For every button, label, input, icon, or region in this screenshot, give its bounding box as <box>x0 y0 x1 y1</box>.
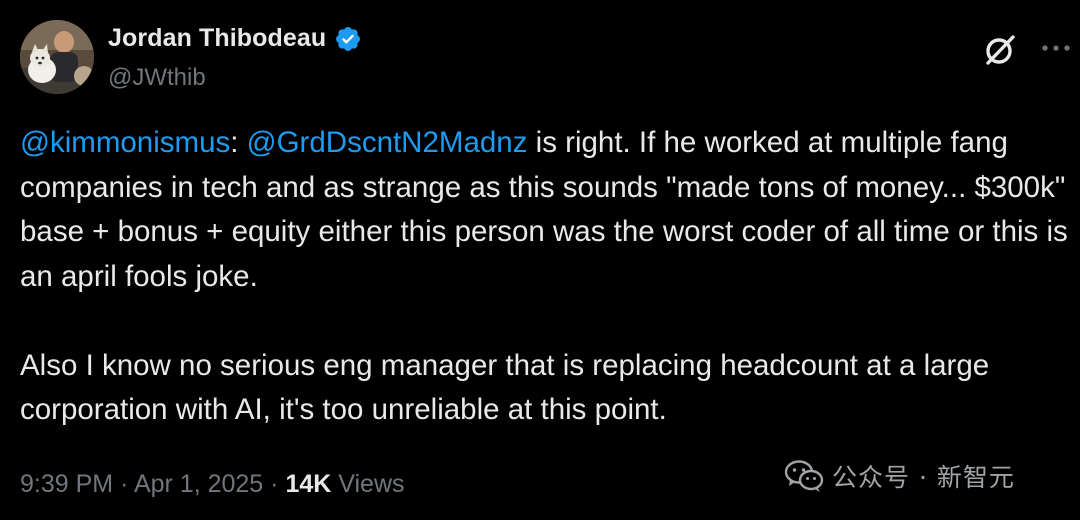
more-icon[interactable] <box>1040 36 1072 60</box>
wechat-icon <box>784 459 824 493</box>
tweet-card: Jordan Thibodeau @JWthib @kimmonismus: @… <box>0 0 1080 520</box>
mention-link[interactable]: @GrdDscntN2Madnz <box>247 126 528 159</box>
avatar[interactable] <box>20 20 94 94</box>
author-handle[interactable]: @JWthib <box>108 64 206 92</box>
author-display-name[interactable]: Jordan Thibodeau <box>108 24 326 53</box>
mention-separator: : <box>230 126 247 159</box>
watermark: 公众号 · 新智元 <box>784 458 1015 494</box>
verified-badge-icon <box>334 25 362 53</box>
watermark-text: 公众号 · 新智元 <box>832 463 1015 492</box>
tweet-paragraph-2: Also I know no serious eng manager that … <box>20 348 990 427</box>
meta-separator: · <box>263 470 286 498</box>
tweet-paragraph-1: @kimmonismus: @GrdDscntN2Madnz is right.… <box>20 121 1070 299</box>
mention-link[interactable]: @kimmonismus <box>20 126 230 159</box>
author-name-row: Jordan Thibodeau <box>108 24 362 53</box>
tweet-meta: 9:39 PM · Apr 1, 2025 · 14K Views <box>20 470 405 499</box>
tweet-time[interactable]: 9:39 PM <box>20 470 113 498</box>
views-label: Views <box>331 470 405 498</box>
tweet-text: @kimmonismus: @GrdDscntN2Madnz is right.… <box>20 121 1070 433</box>
tweet-date[interactable]: Apr 1, 2025 <box>134 470 263 498</box>
views-count[interactable]: 14K <box>285 470 331 498</box>
grok-icon[interactable] <box>980 30 1020 70</box>
meta-separator: · <box>113 470 134 498</box>
